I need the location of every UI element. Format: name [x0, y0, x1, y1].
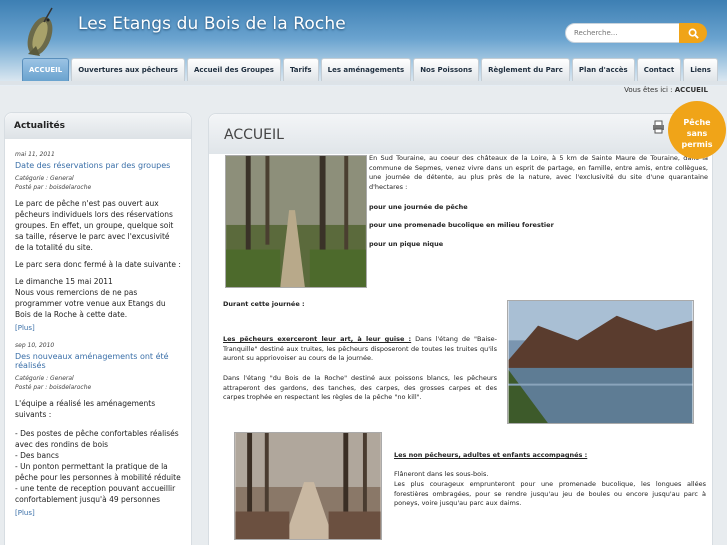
during-label: Durant cette journée : [223, 300, 305, 310]
nav-item-accueil[interactable]: ACCUEIL [22, 58, 70, 81]
news-item: sep 10, 2010 Des nouveaux aménagements o… [5, 342, 191, 517]
search-input[interactable] [565, 23, 680, 43]
nav-item-liens[interactable]: Liens [683, 58, 718, 81]
nav-item-contact[interactable]: Contact [636, 58, 682, 81]
intro-bullet: pour une journée de pêche [369, 203, 468, 213]
news-more-link[interactable]: [Plus] [15, 324, 181, 332]
fish-logo-icon[interactable] [10, 6, 70, 58]
lake-photo [507, 300, 694, 424]
fishers-text: Les pêcheurs exerceront leur art, à leur… [223, 335, 497, 364]
nav-underline [0, 81, 727, 85]
intro-bullet: pour une promenade bucolique en milieu f… [369, 221, 554, 231]
news-item: mai 11, 2011 Date des réservations par d… [5, 151, 191, 332]
search-icon [688, 28, 699, 39]
fishers-heading: Les pêcheurs exerceront leur art, à leur… [223, 335, 412, 343]
nav-item-amenagements[interactable]: Les aménagements [320, 58, 412, 81]
news-more-link[interactable]: [Plus] [15, 509, 181, 517]
news-date: sep 10, 2010 [15, 342, 55, 349]
page-title: ACCUEIL [224, 127, 284, 143]
news-date: mai 11, 2011 [15, 151, 55, 158]
news-paragraph: Nous vous remercions de ne pas programme… [15, 288, 166, 319]
news-paragraph: - Des bancs [15, 451, 59, 460]
main-content: ACCUEIL En Sud Touraine, au coeur des ch… [208, 113, 713, 545]
nonfishers-heading-row: Les non pêcheurs, adultes et enfants acc… [394, 451, 587, 461]
nav-item-reglement[interactable]: Règlement du Parc [481, 58, 570, 81]
nonfishers-line-2: Les plus courageux emprunteront pour une… [394, 480, 706, 507]
news-author: Posté par : boisdelaroche [15, 184, 92, 191]
breadcrumb: Vous êtes ici : ACCUEIL [624, 86, 708, 94]
badge-line: Pêche [683, 118, 711, 127]
intro-bullet: pour un pique nique [369, 240, 443, 250]
forest-alley-photo [234, 432, 382, 540]
news-paragraph: - Un ponton permettant la pratique de la… [15, 462, 181, 482]
sidebar-title: Actualités [5, 113, 191, 139]
badge-line: sans [686, 129, 708, 138]
news-paragraph: - Des postes de pêche confortables réali… [15, 429, 179, 449]
fishers-text-2: Dans l'étang "du Bois de la Roche" desti… [223, 374, 497, 401]
intro-text: En Sud Touraine, au coeur des châteaux d… [369, 154, 708, 191]
news-author: Posté par : boisdelaroche [15, 384, 92, 391]
badge-line: permis [681, 140, 713, 149]
during-heading: Durant cette journée : [223, 300, 305, 308]
site-title[interactable]: Les Etangs du Bois de la Roche [78, 14, 346, 34]
news-sidebar: Actualités mai 11, 2011 Date des réserva… [4, 112, 192, 545]
nonfishers-line-1: Flâneront dans les sous-bois. [394, 470, 489, 478]
no-license-badge[interactable]: Pêche sans permis [668, 101, 726, 159]
forest-path-photo [225, 155, 367, 288]
news-title-link[interactable]: Date des réservations par des groupes [15, 161, 181, 170]
content-header: ACCUEIL [209, 114, 712, 154]
bullet-walk: pour une promenade bucolique en milieu f… [369, 221, 554, 229]
news-paragraph: - une tente de reception pouvant accueil… [15, 484, 176, 504]
news-paragraph: L'équipe a réalisé les aménagements suiv… [15, 399, 156, 419]
news-category: Catégorie : General [15, 375, 74, 382]
breadcrumb-current[interactable]: ACCUEIL [675, 86, 708, 94]
nav-item-poissons[interactable]: Nos Poissons [413, 58, 480, 81]
bullet-fishing: pour une journée de pêche [369, 203, 468, 211]
news-title-link[interactable]: Des nouveaux aménagements ont été réalis… [15, 352, 181, 370]
breadcrumb-prefix: Vous êtes ici : [624, 86, 673, 94]
nav-item-plan-acces[interactable]: Plan d'accès [571, 58, 635, 81]
bullet-picnic: pour un pique nique [369, 240, 444, 248]
news-paragraph: Le parc de pêche n'est pas ouvert aux pê… [15, 199, 174, 252]
news-paragraph: Le dimanche 15 mai 2011 [15, 277, 113, 286]
main-nav: ACCUEIL Ouvertures aux pêcheurs Accueil … [22, 58, 720, 81]
nav-item-ouvertures[interactable]: Ouvertures aux pêcheurs [71, 58, 185, 81]
search-button[interactable] [679, 23, 707, 43]
news-paragraph: Le parc sera donc fermé à la date suivan… [15, 260, 181, 269]
nav-item-groupes[interactable]: Accueil des Groupes [186, 58, 281, 81]
print-icon[interactable] [652, 120, 665, 134]
news-category: Catégorie : General [15, 175, 74, 182]
nav-item-tarifs[interactable]: Tarifs [282, 58, 319, 81]
nonfishers-heading: Les non pêcheurs, adultes et enfants acc… [394, 451, 588, 459]
